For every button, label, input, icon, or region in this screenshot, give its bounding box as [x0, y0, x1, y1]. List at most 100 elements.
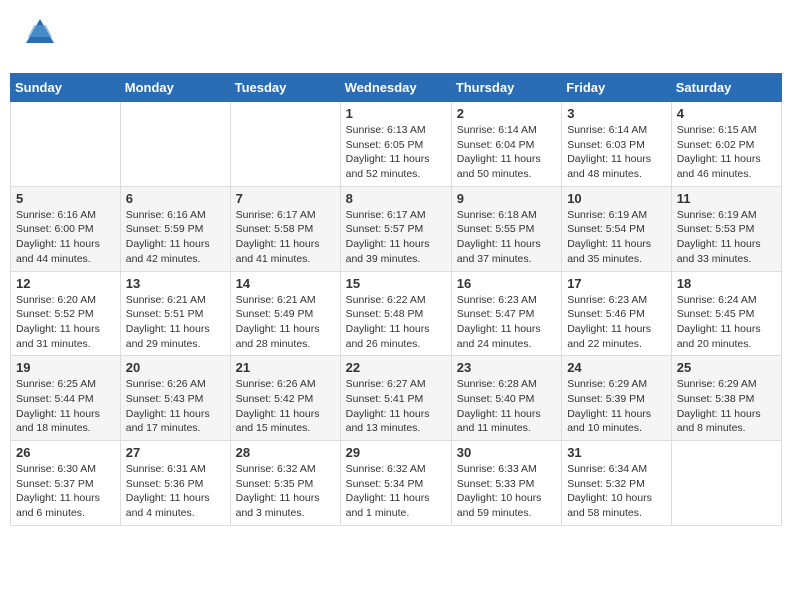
calendar-week-3: 19 Sunrise: 6:25 AMSunset: 5:44 PMDayligh… [11, 356, 782, 441]
day-number: 22 [346, 360, 446, 375]
calendar-cell: 5Sunrise: 6:16 AMSunset: 6:00 PMDaylight… [11, 186, 121, 271]
weekday-header-tuesday: Tuesday [230, 74, 340, 102]
calendar-cell: 26 Sunrise: 6:30 AMSunset: 5:37 PMDayligh… [11, 441, 121, 526]
day-info: Sunrise: 6:30 AMSunset: 5:37 PMDaylight:… [16, 462, 115, 521]
day-number: 19 [16, 360, 115, 375]
day-info: Sunrise: 6:19 AMSunset: 5:54 PMDaylight:… [567, 208, 666, 267]
day-info: Sunrise: 6:17 AMSunset: 5:57 PMDaylight:… [346, 208, 446, 267]
calendar-cell: 3 Sunrise: 6:14 AMSunset: 6:03 PMDaylight… [562, 102, 672, 187]
day-info: Sunrise: 6:25 AMSunset: 5:44 PMDaylight:… [16, 377, 115, 436]
day-number: 17 [567, 276, 666, 291]
calendar-week-2: 12 Sunrise: 6:20 AMSunset: 5:52 PMDayligh… [11, 271, 782, 356]
logo-icon [20, 15, 58, 53]
day-info: Sunrise: 6:14 AMSunset: 6:03 PMDaylight:… [567, 123, 666, 182]
calendar-cell: 22 Sunrise: 6:27 AMSunset: 5:41 PMDayligh… [340, 356, 451, 441]
calendar-cell: 8 Sunrise: 6:17 AMSunset: 5:57 PMDaylight… [340, 186, 451, 271]
day-number: 15 [346, 276, 446, 291]
day-number: 21 [236, 360, 335, 375]
calendar-cell: 31 Sunrise: 6:34 AMSunset: 5:32 PMDayligh… [562, 441, 672, 526]
day-info: Sunrise: 6:14 AMSunset: 6:04 PMDaylight:… [457, 123, 556, 182]
day-info: Sunrise: 6:21 AMSunset: 5:51 PMDaylight:… [126, 293, 225, 352]
day-info: Sunrise: 6:23 AMSunset: 5:46 PMDaylight:… [567, 293, 666, 352]
day-info: Sunrise: 6:18 AMSunset: 5:55 PMDaylight:… [457, 208, 556, 267]
day-number: 1 [346, 106, 446, 121]
day-info: Sunrise: 6:32 AMSunset: 5:35 PMDaylight:… [236, 462, 335, 521]
calendar-cell: 9 Sunrise: 6:18 AMSunset: 5:55 PMDaylight… [451, 186, 561, 271]
day-number: 29 [346, 445, 446, 460]
calendar-cell: 4Sunrise: 6:15 AMSunset: 6:02 PMDaylight… [671, 102, 781, 187]
day-number: 12 [16, 276, 115, 291]
calendar-week-1: 5Sunrise: 6:16 AMSunset: 6:00 PMDaylight… [11, 186, 782, 271]
calendar-cell: 20Sunrise: 6:26 AMSunset: 5:43 PMDayligh… [120, 356, 230, 441]
calendar-cell [671, 441, 781, 526]
weekday-header-friday: Friday [562, 74, 672, 102]
calendar-cell: 1 Sunrise: 6:13 AMSunset: 6:05 PMDaylight… [340, 102, 451, 187]
calendar-body: 1 Sunrise: 6:13 AMSunset: 6:05 PMDaylight… [11, 102, 782, 526]
calendar-cell: 7Sunrise: 6:17 AMSunset: 5:58 PMDaylight… [230, 186, 340, 271]
calendar-cell: 10 Sunrise: 6:19 AMSunset: 5:54 PMDayligh… [562, 186, 672, 271]
day-number: 10 [567, 191, 666, 206]
day-number: 24 [567, 360, 666, 375]
day-info: Sunrise: 6:32 AMSunset: 5:34 PMDaylight:… [346, 462, 446, 521]
day-number: 31 [567, 445, 666, 460]
day-number: 3 [567, 106, 666, 121]
day-number: 14 [236, 276, 335, 291]
day-number: 7 [236, 191, 335, 206]
day-info: Sunrise: 6:23 AMSunset: 5:47 PMDaylight:… [457, 293, 556, 352]
day-number: 9 [457, 191, 556, 206]
calendar-cell: 17 Sunrise: 6:23 AMSunset: 5:46 PMDayligh… [562, 271, 672, 356]
day-number: 26 [16, 445, 115, 460]
day-number: 20 [126, 360, 225, 375]
calendar-cell: 27Sunrise: 6:31 AMSunset: 5:36 PMDayligh… [120, 441, 230, 526]
day-info: Sunrise: 6:16 AMSunset: 5:59 PMDaylight:… [126, 208, 225, 267]
calendar-cell: 12 Sunrise: 6:20 AMSunset: 5:52 PMDayligh… [11, 271, 121, 356]
calendar-cell: 13 Sunrise: 6:21 AMSunset: 5:51 PMDayligh… [120, 271, 230, 356]
day-number: 23 [457, 360, 556, 375]
day-info: Sunrise: 6:28 AMSunset: 5:40 PMDaylight:… [457, 377, 556, 436]
day-info: Sunrise: 6:29 AMSunset: 5:39 PMDaylight:… [567, 377, 666, 436]
day-info: Sunrise: 6:29 AMSunset: 5:38 PMDaylight:… [677, 377, 776, 436]
calendar-cell: 28 Sunrise: 6:32 AMSunset: 5:35 PMDayligh… [230, 441, 340, 526]
calendar-cell: 6Sunrise: 6:16 AMSunset: 5:59 PMDaylight… [120, 186, 230, 271]
day-number: 13 [126, 276, 225, 291]
calendar-cell: 23 Sunrise: 6:28 AMSunset: 5:40 PMDayligh… [451, 356, 561, 441]
day-info: Sunrise: 6:21 AMSunset: 5:49 PMDaylight:… [236, 293, 335, 352]
weekday-header-saturday: Saturday [671, 74, 781, 102]
logo [20, 15, 60, 58]
calendar-week-0: 1 Sunrise: 6:13 AMSunset: 6:05 PMDaylight… [11, 102, 782, 187]
day-info: Sunrise: 6:22 AMSunset: 5:48 PMDaylight:… [346, 293, 446, 352]
day-info: Sunrise: 6:19 AMSunset: 5:53 PMDaylight:… [677, 208, 776, 267]
calendar-cell [230, 102, 340, 187]
calendar-cell: 16 Sunrise: 6:23 AMSunset: 5:47 PMDayligh… [451, 271, 561, 356]
calendar-cell: 14 Sunrise: 6:21 AMSunset: 5:49 PMDayligh… [230, 271, 340, 356]
calendar-cell [120, 102, 230, 187]
day-info: Sunrise: 6:27 AMSunset: 5:41 PMDaylight:… [346, 377, 446, 436]
header [10, 10, 782, 63]
weekday-header-monday: Monday [120, 74, 230, 102]
day-info: Sunrise: 6:34 AMSunset: 5:32 PMDaylight:… [567, 462, 666, 521]
calendar-cell: 19 Sunrise: 6:25 AMSunset: 5:44 PMDayligh… [11, 356, 121, 441]
calendar-cell: 11Sunrise: 6:19 AMSunset: 5:53 PMDayligh… [671, 186, 781, 271]
day-number: 18 [677, 276, 776, 291]
calendar-table: SundayMondayTuesdayWednesdayThursdayFrid… [10, 73, 782, 526]
day-number: 28 [236, 445, 335, 460]
calendar-cell [11, 102, 121, 187]
day-number: 27 [126, 445, 225, 460]
day-number: 8 [346, 191, 446, 206]
calendar-cell: 25 Sunrise: 6:29 AMSunset: 5:38 PMDayligh… [671, 356, 781, 441]
calendar-cell: 15 Sunrise: 6:22 AMSunset: 5:48 PMDayligh… [340, 271, 451, 356]
day-info: Sunrise: 6:13 AMSunset: 6:05 PMDaylight:… [346, 123, 446, 182]
calendar-cell: 2 Sunrise: 6:14 AMSunset: 6:04 PMDaylight… [451, 102, 561, 187]
calendar-cell: 29 Sunrise: 6:32 AMSunset: 5:34 PMDayligh… [340, 441, 451, 526]
weekday-header-thursday: Thursday [451, 74, 561, 102]
weekday-header-sunday: Sunday [11, 74, 121, 102]
calendar-cell: 21Sunrise: 6:26 AMSunset: 5:42 PMDayligh… [230, 356, 340, 441]
day-info: Sunrise: 6:20 AMSunset: 5:52 PMDaylight:… [16, 293, 115, 352]
day-number: 30 [457, 445, 556, 460]
day-number: 25 [677, 360, 776, 375]
day-number: 16 [457, 276, 556, 291]
day-number: 2 [457, 106, 556, 121]
calendar-cell: 18 Sunrise: 6:24 AMSunset: 5:45 PMDayligh… [671, 271, 781, 356]
calendar-cell: 30Sunrise: 6:33 AMSunset: 5:33 PMDayligh… [451, 441, 561, 526]
day-info: Sunrise: 6:24 AMSunset: 5:45 PMDaylight:… [677, 293, 776, 352]
